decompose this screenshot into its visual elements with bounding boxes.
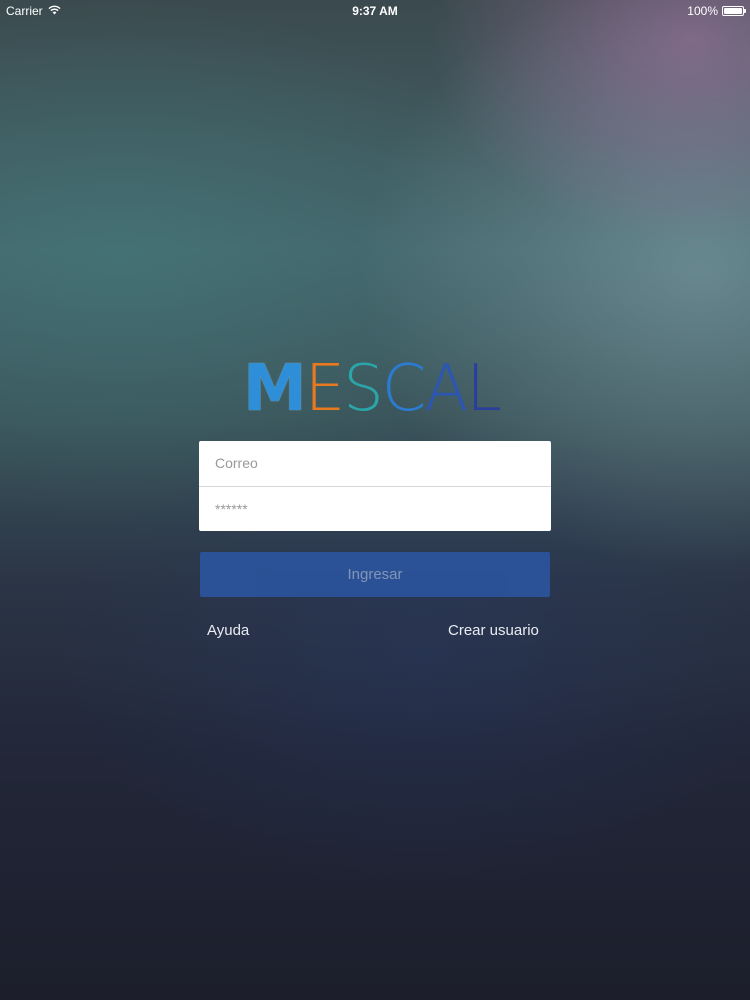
logo-letter: A (424, 352, 468, 426)
logo-letter: C (381, 352, 427, 426)
mescal-logo: MESCAL (243, 352, 507, 426)
battery-percent: 100% (687, 4, 718, 18)
login-screen: Carrier 9:37 AM 100% MESCAL Ingresar (0, 0, 750, 1000)
help-link[interactable]: Ayuda (207, 622, 249, 639)
status-time: 9:37 AM (352, 4, 398, 18)
battery-cap (744, 9, 746, 13)
battery-level (724, 8, 742, 14)
email-field[interactable] (199, 441, 551, 485)
logo-wordmark: MESCAL (243, 352, 502, 426)
status-right: 100% (687, 4, 746, 18)
status-bar: Carrier 9:37 AM 100% (0, 0, 750, 22)
create-user-link[interactable]: Crear usuario (448, 622, 539, 639)
logo-letter: M (243, 352, 307, 426)
password-field[interactable] (199, 487, 551, 531)
login-button[interactable]: Ingresar (200, 552, 550, 597)
logo-letter: S (343, 352, 384, 426)
login-form (199, 441, 551, 531)
logo-letter: E (304, 352, 345, 426)
logo-letter: L (466, 352, 502, 426)
battery-icon (722, 6, 746, 16)
